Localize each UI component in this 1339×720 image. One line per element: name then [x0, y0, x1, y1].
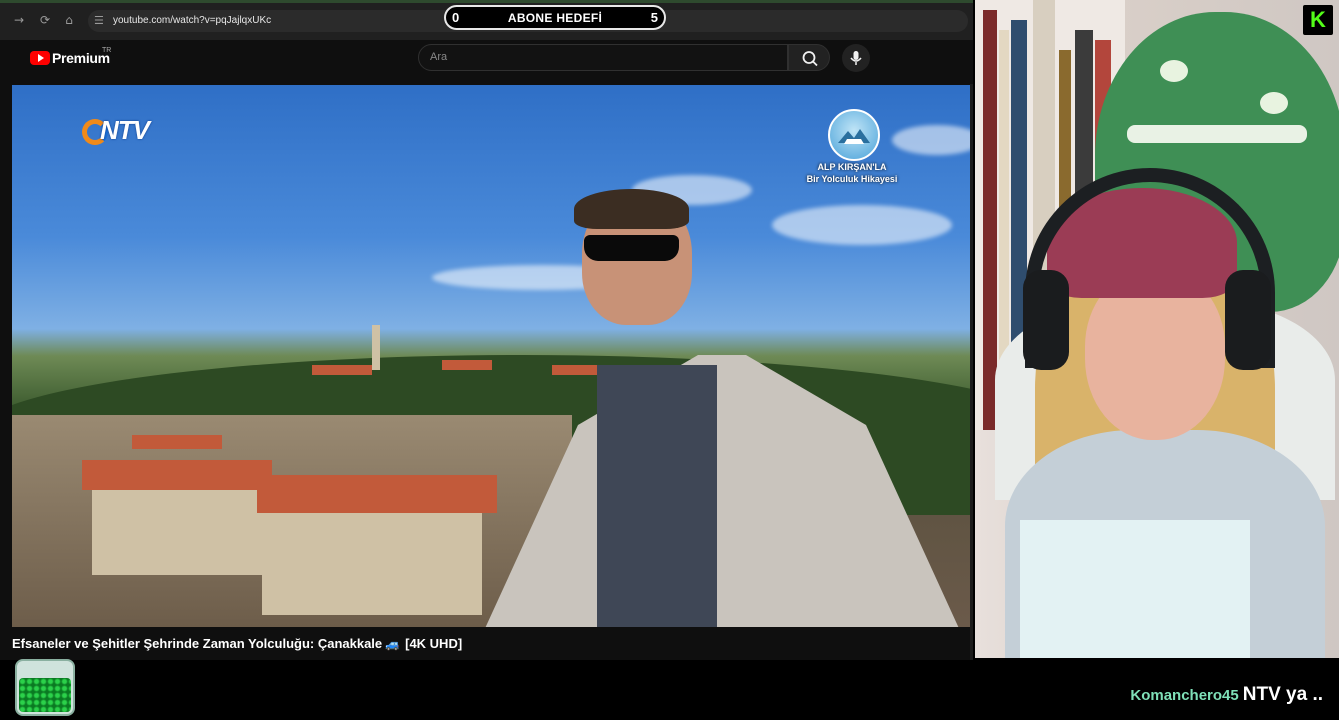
headset-earcup	[1023, 270, 1069, 370]
kick-logo-icon: K	[1303, 5, 1333, 35]
roof	[257, 475, 497, 513]
sunglasses	[584, 235, 679, 261]
roof	[312, 365, 372, 375]
chat-message: Komanchero45 NTV ya ..	[1130, 684, 1323, 706]
goal-target: 5	[650, 10, 658, 25]
roof	[82, 460, 272, 490]
cloud	[772, 205, 952, 245]
book	[983, 10, 997, 430]
subscriber-goal-bar: ABONE HEDEFİ 0 5	[444, 5, 666, 30]
house	[92, 485, 262, 575]
presenter-hair	[574, 189, 689, 229]
show-subtitle: Bir Yolculuk Hikayesi	[806, 174, 898, 184]
youtube-logo-icon[interactable]	[30, 51, 50, 65]
microphone-icon	[850, 51, 862, 65]
search-button[interactable]	[788, 44, 830, 71]
headset-earcup	[1225, 270, 1271, 370]
reload-icon[interactable]: ⟳	[38, 13, 52, 27]
forward-icon[interactable]: →	[12, 13, 26, 27]
show-title: ALP KIRŞAN'LA	[817, 162, 887, 172]
url-text[interactable]: youtube.com/watch?v=pqJajlqxUKc	[113, 15, 271, 26]
chat-text: NTV ya ..	[1242, 684, 1323, 705]
site-settings-icon[interactable]: ☰	[94, 14, 108, 28]
video-title[interactable]: Efsaneler ve Şehitler Şehrinde Zaman Yol…	[12, 636, 462, 651]
video-player[interactable]: NTV ALP KIRŞAN'LA Bir Yolculuk Hikayesi	[12, 85, 970, 627]
goal-title: ABONE HEDEFİ	[507, 11, 603, 25]
show-logo-icon	[828, 109, 880, 161]
roof	[442, 360, 492, 370]
channel-logo-text: NTV	[100, 115, 150, 145]
plush-teeth	[1127, 125, 1307, 143]
search-input[interactable]	[418, 44, 788, 71]
goal-current: 0	[452, 10, 460, 25]
search-icon	[802, 51, 818, 67]
gumball-jar-icon	[15, 659, 75, 716]
browser-window: → ⟳ ⌂ ☰ youtube.com/watch?v=pqJajlqxUKc …	[0, 0, 973, 660]
cloud	[892, 125, 970, 155]
screen: → ⟳ ⌂ ☰ youtube.com/watch?v=pqJajlqxUKc …	[0, 0, 1339, 720]
video-title-text: Efsaneler ve Şehitler Şehrinde Zaman Yol…	[12, 636, 383, 651]
chat-username: Komanchero45	[1130, 687, 1239, 704]
roof	[132, 435, 222, 449]
kick-logo-letter: K	[1310, 7, 1326, 32]
streamer-top	[1020, 520, 1250, 658]
plush-eye	[1260, 92, 1288, 114]
search-placeholder: Ara	[430, 51, 448, 63]
voice-search-button[interactable]	[842, 44, 870, 72]
plush-eye	[1160, 60, 1188, 82]
video-quality-label: [4K UHD]	[405, 636, 463, 651]
car-icon: 🚙	[385, 637, 401, 651]
presenter-vest	[597, 365, 717, 627]
house	[262, 505, 482, 615]
home-icon[interactable]: ⌂	[62, 13, 76, 27]
webcam-feed: K	[975, 0, 1339, 658]
gumball-fill	[19, 678, 71, 712]
minaret	[372, 325, 380, 370]
country-code: TR	[102, 47, 112, 54]
